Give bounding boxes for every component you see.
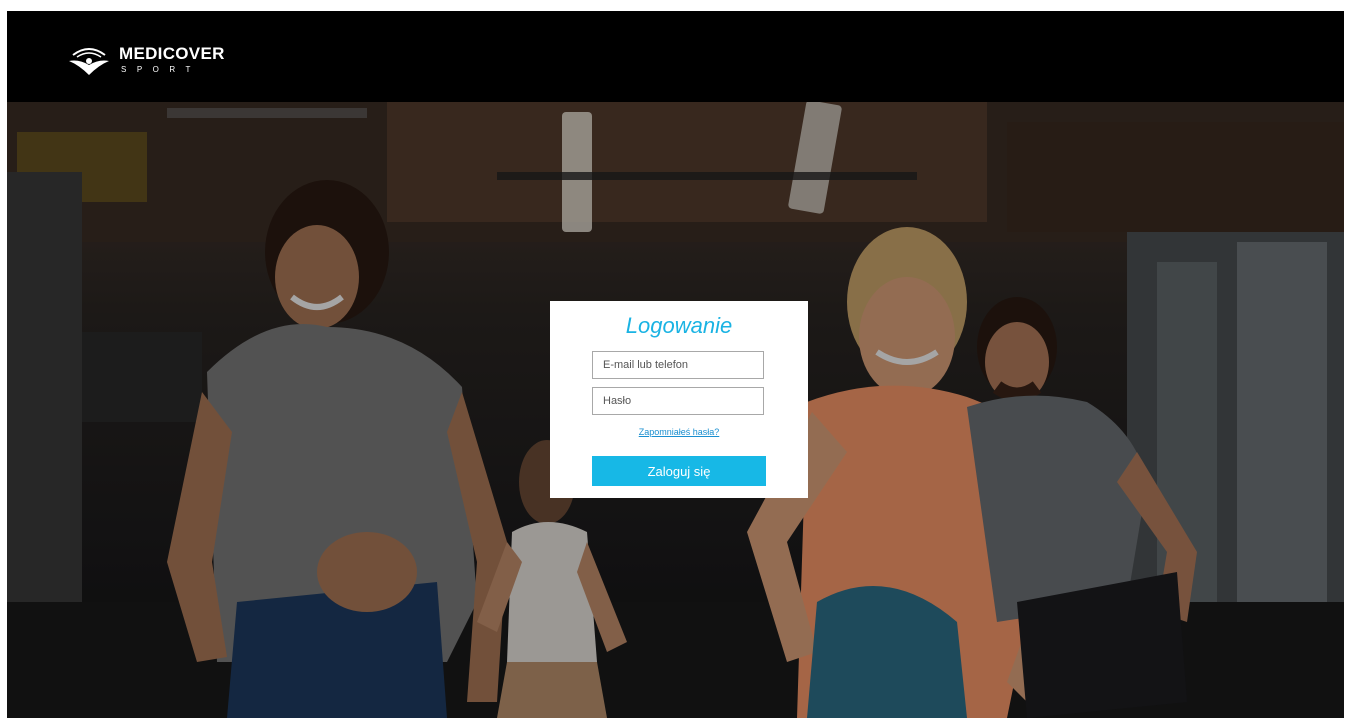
page-frame: MEDICOVER SPORT Logowanie E-mail lub tel…: [7, 11, 1344, 718]
login-title: Logowanie: [625, 313, 733, 338]
email-field[interactable]: [592, 351, 764, 379]
login-button[interactable]: Zaloguj się: [592, 456, 766, 486]
medicover-logo-icon: [69, 48, 109, 75]
site-header: MEDICOVER SPORT: [7, 11, 1344, 102]
brand-name: MEDICOVER: [119, 43, 225, 63]
password-field[interactable]: [592, 387, 764, 415]
login-card: Logowanie Zapomniałeś hasła? Zaloguj się: [550, 301, 808, 498]
brand-subtitle: SPORT: [121, 64, 201, 74]
brand-logo[interactable]: MEDICOVER SPORT: [67, 39, 247, 79]
forgot-password-link[interactable]: Zapomniałeś hasła?: [550, 427, 808, 437]
